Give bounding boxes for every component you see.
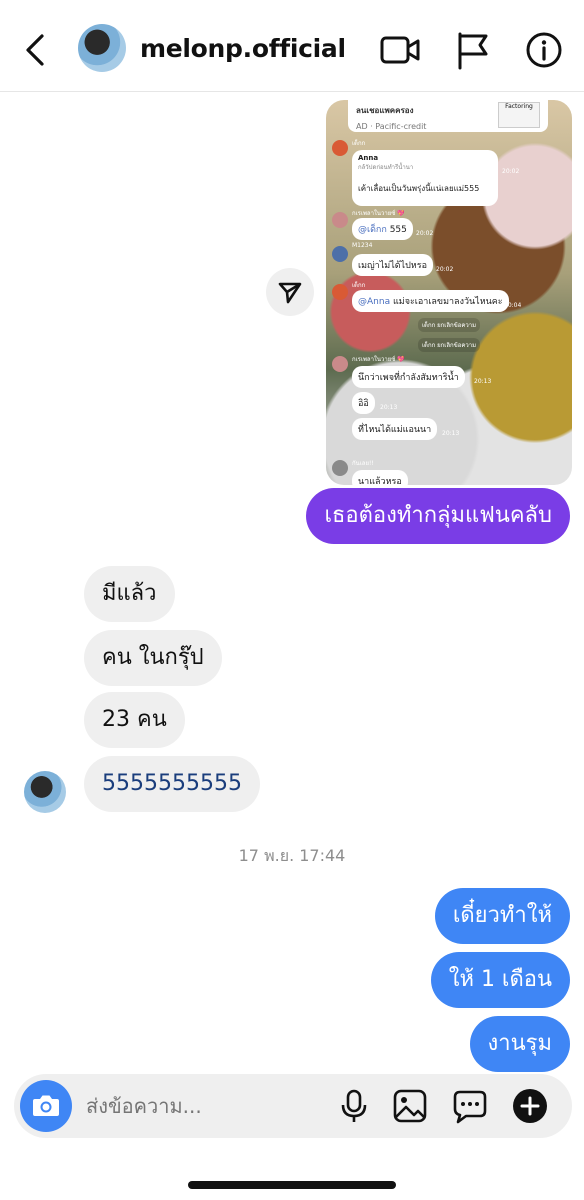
camera-icon — [33, 1095, 59, 1116]
mention-link: @เด็กก — [358, 225, 387, 235]
avatar — [332, 246, 348, 262]
shared-message: Anna กล้วัปดก่อนทำรีน้ำนา เค้าเลื่อนเป็น… — [352, 150, 498, 206]
avatar — [332, 212, 348, 228]
microphone-icon[interactable] — [336, 1088, 372, 1124]
outgoing-message[interactable]: เธอต้องทำกลุ่มแฟนคลับ — [306, 488, 570, 544]
sender-name: เด็กก — [352, 140, 366, 147]
home-indicator — [188, 1181, 396, 1189]
shared-message: ที่ไหนได้แม่แอนนา — [352, 418, 438, 440]
quote-name: Anna — [358, 154, 379, 162]
share-icon — [278, 282, 302, 304]
message-time: 20:04 — [504, 302, 522, 309]
chat-header: melonp.official — [0, 0, 584, 92]
quote-sub: กล้วัปดก่อนทำรีน้ำนา — [358, 164, 414, 171]
incoming-message[interactable]: มีแล้ว — [84, 566, 175, 622]
message-text: แม่จะเอาเลขมาลงวันไหนคะ — [390, 297, 503, 307]
system-notice: เด็กก ยกเลิกข้อความ — [418, 318, 481, 332]
sender-name: กเรเพลาในวายซ์ 💖 — [352, 356, 405, 363]
incoming-message[interactable]: คน ในกรุ๊ป — [84, 630, 222, 686]
ad-thumbnail: Factoring — [498, 102, 540, 128]
message-composer — [14, 1074, 572, 1138]
mention-link: @Anna — [358, 297, 391, 307]
shared-message: นึกว่าเพจที่กำลังสัมทาริน้ำ — [352, 366, 465, 388]
sticker-icon[interactable] — [452, 1088, 488, 1124]
avatar — [332, 356, 348, 372]
gallery-icon[interactable] — [392, 1088, 428, 1124]
sender-name: กันเลย!! — [352, 460, 374, 467]
shared-message: @Anna แม่จะเอาเลขมาลงวันไหนคะ — [352, 290, 509, 312]
profile-avatar[interactable] — [78, 24, 126, 72]
shared-post-preview[interactable]: ลนเชอแพคครอง AD · Pacific-credit Factori… — [326, 100, 572, 485]
message-input[interactable] — [86, 1094, 326, 1118]
plus-icon[interactable] — [512, 1088, 548, 1124]
camera-button[interactable] — [20, 1080, 72, 1132]
message-time: 20:02 — [416, 230, 434, 237]
message-time: 20:13 — [442, 430, 460, 437]
flag-icon[interactable] — [454, 30, 494, 70]
outgoing-message[interactable]: ให้ 1 เดือน — [430, 952, 570, 1008]
chat-username[interactable]: melonp.official — [140, 34, 346, 63]
info-icon[interactable] — [524, 30, 564, 70]
shared-message: เมญ่าไม่ได้ไปหรอ — [352, 254, 433, 276]
message-text: 555 — [386, 225, 407, 235]
message-time: 20:02 — [436, 266, 454, 273]
sender-name: เด็กก — [352, 282, 366, 289]
sender-name: กเรเพลาในวายซ์ 💖 — [352, 210, 405, 217]
outgoing-message[interactable]: งานรุม — [469, 1016, 570, 1072]
system-notice: เด็กก ยกเลิกข้อความ — [418, 338, 481, 352]
sender-avatar[interactable] — [24, 771, 66, 813]
incoming-message[interactable]: 23 คน — [84, 692, 185, 748]
ad-banner: ลนเชอแพคครอง AD · Pacific-credit Factori… — [348, 100, 548, 132]
share-button[interactable] — [266, 268, 314, 316]
video-call-icon[interactable] — [380, 30, 420, 70]
incoming-message[interactable]: 5555555555 — [84, 756, 260, 812]
shared-message: อิอิ — [352, 392, 375, 414]
avatar — [332, 140, 348, 156]
message-time: 20:13 — [380, 404, 398, 411]
message-time: 20:02 — [502, 168, 520, 175]
sender-name: M1234 — [352, 242, 373, 249]
avatar — [332, 284, 348, 300]
message-time: 20:13 — [474, 378, 492, 385]
message-text: เค้าเลื่อนเป็นวันพรุ่งนี้แน่เลยแม่555 — [358, 184, 480, 193]
shared-message: นาแล้วหรอ — [352, 470, 408, 485]
outgoing-message[interactable]: เดี๋ยวทำให้ — [434, 888, 570, 944]
shared-message: @เด็กก 555 — [352, 218, 413, 240]
back-arrow-icon[interactable] — [18, 30, 54, 70]
message-timestamp: 17 พ.ย. 17:44 — [238, 846, 346, 865]
avatar — [332, 460, 348, 476]
